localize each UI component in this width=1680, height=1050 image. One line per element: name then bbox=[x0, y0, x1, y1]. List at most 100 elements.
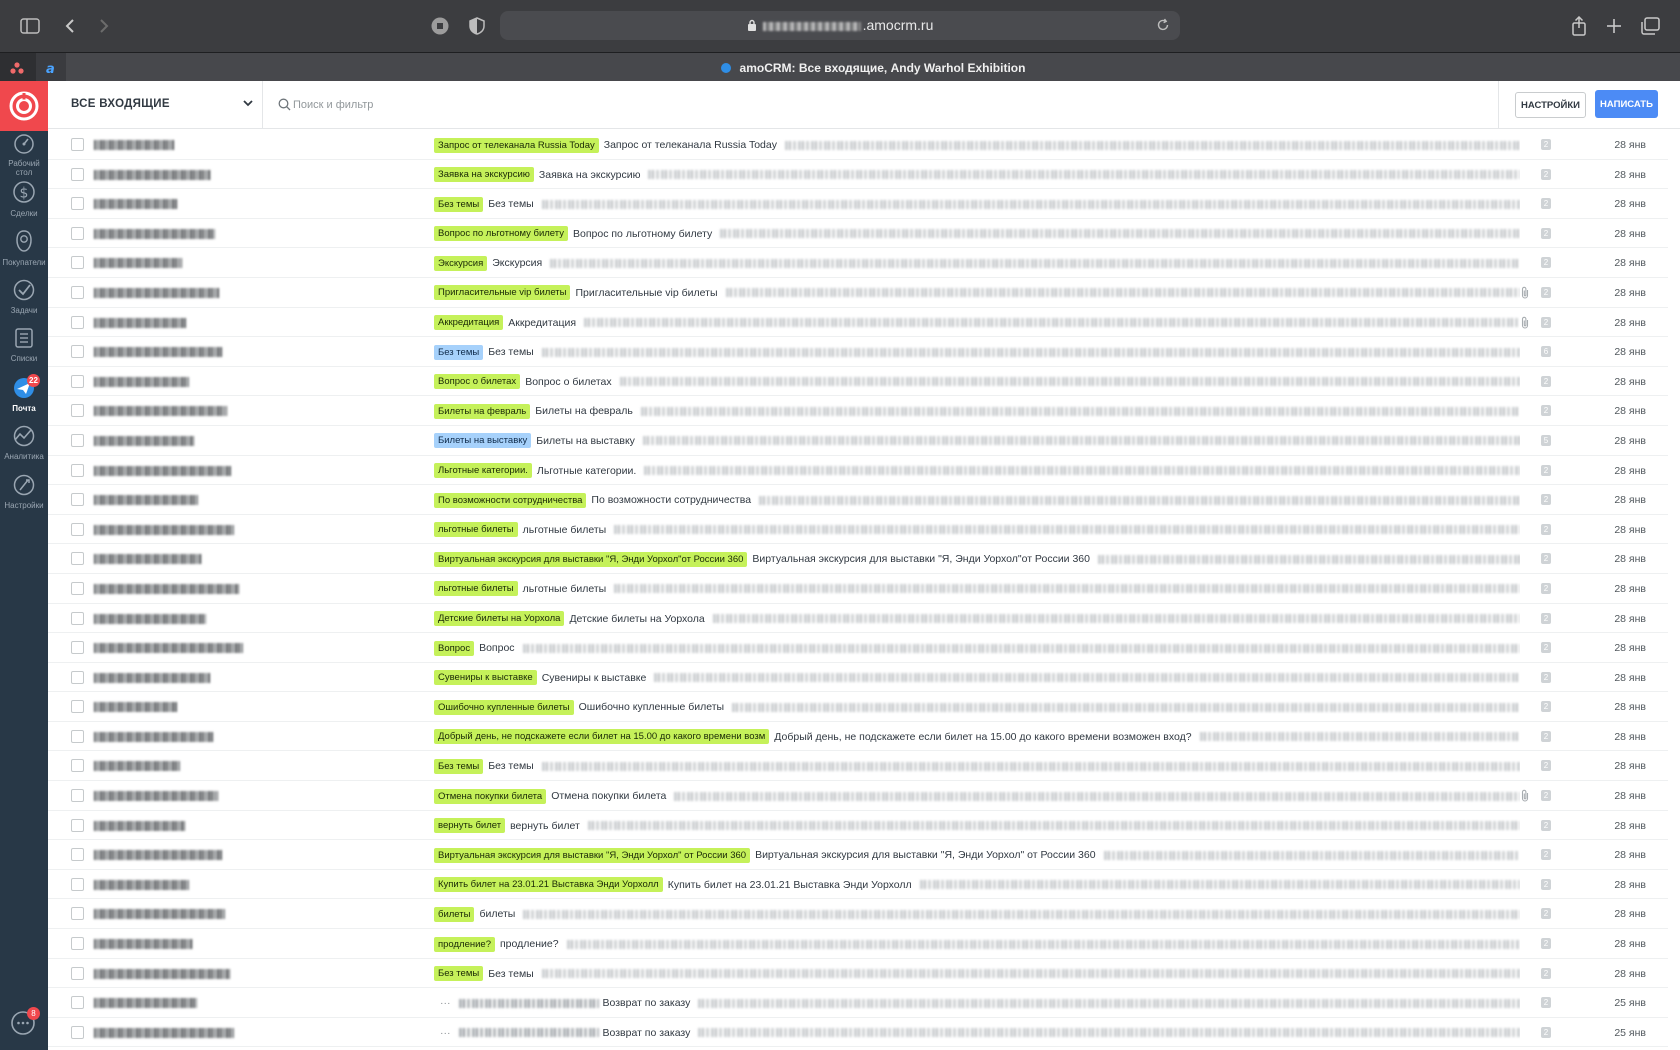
mail-row[interactable]: ··· Возврат по заказу 2 25 янв bbox=[48, 988, 1668, 1018]
subject-tag[interactable]: Сувениры к выставке bbox=[434, 670, 537, 686]
mail-row[interactable]: Льготные категории. Льготные категории. 2 2… bbox=[48, 456, 1668, 486]
subject-tag[interactable]: Отмена покупки билета bbox=[434, 788, 547, 804]
mail-row[interactable]: Отмена покупки билета Отмена покупки биле… bbox=[48, 781, 1668, 811]
shield-icon[interactable] bbox=[465, 14, 489, 38]
subject-tag[interactable]: льготные билеты bbox=[434, 581, 518, 597]
row-checkbox[interactable] bbox=[71, 493, 84, 507]
row-checkbox[interactable] bbox=[71, 641, 84, 655]
subject-tag[interactable]: Без темы bbox=[434, 344, 484, 360]
pinned-tab-amo[interactable]: a bbox=[36, 53, 66, 82]
settings-button[interactable]: НАСТРОЙКИ bbox=[1515, 92, 1586, 118]
sidebar-item-dashboard[interactable]: Рабочий стол bbox=[0, 132, 48, 182]
subject-tag[interactable]: Пригласительные vip билеты bbox=[434, 285, 571, 301]
mail-row[interactable]: Без темы Без темы 6 28 янв bbox=[48, 337, 1668, 367]
row-checkbox[interactable] bbox=[71, 848, 84, 862]
row-checkbox[interactable] bbox=[71, 937, 84, 951]
mail-row[interactable]: Ошибочно купленные билеты Ошибочно куплен… bbox=[48, 692, 1668, 722]
mail-row[interactable]: Виртуальная экскурсия для выставки "Я, Э… bbox=[48, 840, 1668, 870]
mail-row[interactable]: Аккредитация Аккредитация 2 28 янв bbox=[48, 308, 1668, 338]
mail-row[interactable]: Сувениры к выставке Сувениры к выставке 2 2… bbox=[48, 663, 1668, 693]
mail-row[interactable]: льготные билеты льготные билеты 2 28 янв bbox=[48, 515, 1668, 545]
mail-row[interactable]: Пригласительные vip билеты Пригласительны… bbox=[48, 278, 1668, 308]
subject-tag[interactable]: По возможности сотрудничества bbox=[434, 492, 587, 508]
mail-row[interactable]: Вопрос Вопрос 2 28 янв bbox=[48, 633, 1668, 663]
row-checkbox[interactable] bbox=[71, 877, 84, 891]
pinned-tab-asana[interactable] bbox=[2, 53, 32, 82]
mail-row[interactable]: Билеты на выставку Билеты на выставку 5 28 … bbox=[48, 426, 1668, 456]
mail-row[interactable]: Купить билет на 23.01.21 Выставка Энди У… bbox=[48, 870, 1668, 900]
subject-tag[interactable]: Без темы bbox=[434, 966, 484, 982]
mail-row[interactable]: Виртуальная экскурсия для выставки "Я, Э… bbox=[48, 544, 1668, 574]
mail-row[interactable]: билеты билеты 2 28 янв bbox=[48, 899, 1668, 930]
row-checkbox[interactable] bbox=[71, 522, 84, 536]
sidebar-item-dollar[interactable]: $ Сделки bbox=[0, 180, 48, 230]
tab-overview-icon[interactable] bbox=[1638, 14, 1662, 38]
mail-row[interactable]: ··· Возврат по заказу 2 25 янв bbox=[48, 1018, 1668, 1048]
subject-tag[interactable]: Детские билеты на Уорхола bbox=[434, 611, 565, 626]
inbox-selector[interactable]: ВСЕ ВХОДЯЩИЕ bbox=[48, 81, 263, 129]
row-checkbox[interactable] bbox=[71, 759, 84, 773]
reload-icon[interactable] bbox=[1156, 18, 1170, 37]
subject-tag[interactable]: Виртуальная экскурсия для выставки "Я, Э… bbox=[434, 847, 751, 863]
row-checkbox[interactable] bbox=[71, 611, 84, 625]
chat-button[interactable]: 8 bbox=[10, 1007, 40, 1038]
share-icon[interactable] bbox=[1567, 14, 1591, 38]
mail-row[interactable]: Запрос от телеканала Russia Today Запрос … bbox=[48, 130, 1668, 160]
row-checkbox[interactable] bbox=[71, 670, 84, 684]
row-checkbox[interactable] bbox=[71, 433, 84, 447]
subject-tag[interactable]: Билеты на февраль bbox=[434, 403, 531, 419]
back-icon[interactable] bbox=[58, 14, 82, 38]
row-checkbox[interactable] bbox=[71, 256, 84, 270]
subject-tag[interactable]: Билеты на выставку bbox=[434, 433, 532, 449]
sidebar-item-check[interactable]: Задачи bbox=[0, 279, 48, 329]
mail-row[interactable]: вернуть билет вернуть билет 2 28 янв bbox=[48, 811, 1668, 841]
sidebar-toggle-icon[interactable] bbox=[18, 14, 42, 38]
sidebar-item-customers[interactable]: Покупатели bbox=[0, 229, 48, 279]
subject-tag[interactable]: Вопрос по льготному билету bbox=[434, 226, 568, 242]
subject-tag[interactable]: Без темы bbox=[434, 196, 484, 212]
row-checkbox[interactable] bbox=[71, 138, 84, 151]
sidebar-item-lists[interactable]: Списки bbox=[0, 327, 48, 377]
row-checkbox[interactable] bbox=[71, 818, 84, 832]
row-checkbox[interactable] bbox=[71, 315, 84, 329]
compose-button[interactable]: НАПИСАТЬ bbox=[1595, 90, 1658, 118]
row-checkbox[interactable] bbox=[71, 907, 84, 921]
sidebar-item-settings[interactable]: Настройки bbox=[0, 474, 48, 524]
row-checkbox[interactable] bbox=[71, 197, 84, 211]
sidebar-item-analytics[interactable]: Аналитика bbox=[0, 425, 48, 475]
row-checkbox[interactable] bbox=[71, 966, 84, 980]
subject-tag[interactable]: Экскурсия bbox=[434, 255, 488, 271]
row-checkbox[interactable] bbox=[71, 700, 84, 714]
row-checkbox[interactable] bbox=[71, 226, 84, 240]
row-checkbox[interactable] bbox=[71, 374, 84, 388]
row-checkbox[interactable] bbox=[71, 285, 84, 299]
row-checkbox[interactable] bbox=[71, 996, 84, 1010]
row-checkbox[interactable] bbox=[71, 345, 84, 359]
row-checkbox[interactable] bbox=[71, 404, 84, 418]
subject-tag[interactable]: Вопрос bbox=[434, 640, 475, 656]
search-input[interactable] bbox=[293, 94, 693, 116]
mail-row[interactable]: Без темы Без темы 2 28 янв bbox=[48, 189, 1668, 219]
subject-tag[interactable]: Запрос от телеканала Russia Today bbox=[434, 137, 599, 153]
subject-tag[interactable]: Льготные категории. bbox=[434, 463, 532, 479]
subject-tag[interactable]: Заявка на экскурсию bbox=[434, 167, 534, 183]
subject-tag[interactable]: Купить билет на 23.01.21 Выставка Энди У… bbox=[434, 877, 663, 893]
active-tab[interactable]: amoCRM: Все входящие, Andy Warhol Exhibi… bbox=[66, 53, 1680, 82]
subject-tag[interactable]: Аккредитация bbox=[434, 315, 504, 331]
mail-row[interactable]: Заявка на экскурсию Заявка на экскурсию 2 2… bbox=[48, 160, 1668, 190]
amocrm-logo[interactable] bbox=[0, 81, 48, 131]
mail-row[interactable]: льготные билеты льготные билеты 2 28 янв bbox=[48, 574, 1668, 604]
forward-icon[interactable] bbox=[92, 14, 116, 38]
mail-row[interactable]: Вопрос о билетах Вопрос о билетах 2 28 янв bbox=[48, 367, 1668, 397]
row-checkbox[interactable] bbox=[71, 789, 84, 803]
mail-row[interactable]: Экскурсия Экскурсия 2 28 янв bbox=[48, 248, 1668, 278]
mail-row[interactable]: По возможности сотрудничества По возможно… bbox=[48, 485, 1668, 515]
mail-row[interactable]: Добрый день, не подскажете если билет на… bbox=[48, 722, 1668, 752]
subject-tag[interactable]: Добрый день, не подскажете если билет на… bbox=[434, 729, 770, 745]
subject-tag[interactable]: Вопрос о билетах bbox=[434, 374, 521, 390]
subject-tag[interactable]: продление? bbox=[434, 936, 495, 952]
subject-tag[interactable]: вернуть билет bbox=[434, 818, 506, 834]
row-checkbox[interactable] bbox=[71, 463, 84, 477]
subject-tag[interactable]: Виртуальная экскурсия для выставки "Я, Э… bbox=[434, 551, 748, 567]
sidebar-item-mail[interactable]: Почта 22 bbox=[0, 374, 48, 427]
